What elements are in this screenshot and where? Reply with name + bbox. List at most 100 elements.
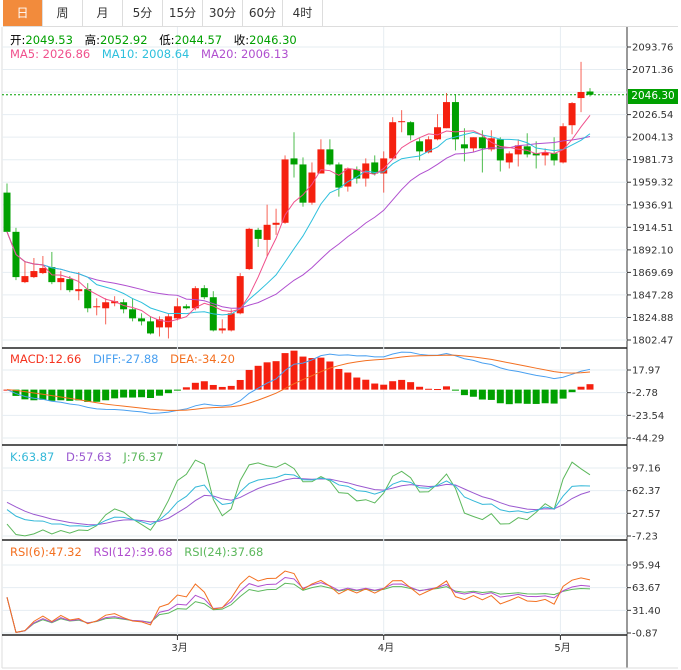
k-label: K: — [10, 450, 22, 464]
candle-up — [93, 306, 101, 308]
kdj-tick-label: 97.16 — [632, 464, 661, 475]
rsi12-line — [6, 577, 591, 633]
macd-bar — [496, 389, 504, 404]
macd-bar — [344, 372, 352, 390]
macd-bar — [57, 389, 65, 401]
macd-bar — [398, 379, 406, 390]
macd-bar — [263, 362, 271, 390]
j-value: 76.37 — [130, 450, 164, 464]
rsi6-line — [6, 570, 591, 633]
candle-down — [84, 289, 92, 309]
chart-canvas[interactable]: 2093.76 2071.36 2026.54 2004.13 1981.73 1959.… — [0, 0, 681, 670]
ohlc-legend: 开:2049.53 高:2052.92 低:2044.57 收:2046.30 — [10, 32, 297, 48]
macd-bar — [191, 382, 199, 390]
macd-bar — [308, 358, 316, 390]
rsi-tick-label: 63.67 — [632, 583, 661, 594]
macd-bar — [317, 357, 325, 390]
candle-up — [245, 228, 253, 270]
macd-bar — [245, 369, 253, 390]
candle-down — [478, 137, 486, 149]
kdj-tick-label: 62.37 — [632, 486, 661, 497]
ma5-label: MA5: — [10, 47, 39, 61]
macd-bar — [559, 389, 567, 399]
candle-up — [218, 328, 226, 331]
rsi6-label: RSI(6): — [10, 545, 49, 559]
macd-bar — [84, 389, 92, 402]
candle-up — [442, 102, 450, 129]
k-line — [6, 473, 591, 528]
rsi12-value: 39.68 — [139, 545, 173, 559]
macd-bar — [416, 386, 424, 390]
macd-bar — [505, 389, 513, 405]
macd-bar — [460, 389, 468, 396]
macd-bar — [182, 387, 190, 390]
candle-down — [200, 288, 208, 298]
candle-down — [290, 158, 298, 165]
macd-bar — [272, 361, 280, 390]
candle-down — [138, 318, 146, 322]
candle-up — [505, 153, 513, 163]
rsi12-label: RSI(12): — [93, 545, 140, 559]
macd-bar — [164, 389, 172, 394]
rsi6-value: 47.32 — [48, 545, 82, 559]
macd-value: 12.66 — [48, 352, 82, 366]
macd-bar — [200, 381, 208, 390]
close-label: 收: — [233, 33, 250, 47]
macd-bar — [281, 353, 289, 390]
kline-chart-widget: 日 周 月 5分 15分 30分 60分 4时 2093.76 2071.36 20… — [0, 0, 681, 670]
candle-up — [272, 222, 280, 225]
low-value: 2044.57 — [174, 33, 223, 47]
macd-bar — [335, 368, 343, 390]
macd-bar — [514, 389, 522, 404]
price-tick-label: 1869.69 — [632, 268, 673, 279]
high-value: 2052.92 — [99, 33, 148, 47]
d-value: 57.63 — [78, 450, 112, 464]
candle-up — [227, 313, 235, 331]
candle-down — [182, 306, 190, 309]
candle-up — [398, 121, 406, 123]
ma20-value: 2006.13 — [240, 47, 289, 61]
macd-bar — [254, 365, 262, 390]
candle-up — [57, 278, 65, 283]
macd-bar — [75, 389, 83, 401]
candle-up — [39, 268, 47, 274]
rsi24-value: 37.68 — [230, 545, 264, 559]
dea-value: -34.20 — [197, 352, 235, 366]
macd-bar — [532, 389, 540, 404]
price-tick-label: 1824.88 — [632, 313, 673, 324]
price-tick-label: 2004.13 — [632, 133, 673, 144]
open-label: 开: — [10, 33, 26, 47]
price-tick-label: 1914.51 — [632, 223, 673, 234]
rsi-legend: RSI(6):47.32 RSI(12):39.68 RSI(24):37.68 — [10, 545, 263, 559]
macd-bar — [425, 388, 433, 390]
macd-bar — [155, 389, 163, 396]
macd-bar — [407, 382, 415, 390]
kdj-tick-label: 27.57 — [632, 509, 661, 520]
macd-tick-label: 17.97 — [632, 366, 661, 377]
macd-bar — [487, 389, 495, 400]
candle-down — [66, 279, 74, 291]
k-value: 63.87 — [21, 450, 55, 464]
ma10-value: 2008.64 — [141, 47, 190, 61]
macd-bar — [236, 379, 244, 390]
price-tick-label: 1959.32 — [632, 178, 673, 189]
kdj-legend: K:63.87 D:57.63 J:76.37 — [10, 450, 164, 464]
diff-value: -27.88 — [121, 352, 159, 366]
dea-label: DEA: — [170, 352, 198, 366]
macd-tick-label: -44.29 — [632, 434, 664, 445]
open-value: 2049.53 — [25, 33, 73, 47]
candle-down — [129, 309, 137, 319]
macd-bar — [568, 389, 576, 393]
macd-label: MACD: — [10, 352, 49, 366]
candle-up — [21, 276, 29, 283]
ma20-label: MA20: — [201, 47, 238, 61]
candle-up — [281, 159, 289, 223]
macd-bar — [380, 384, 388, 390]
price-tick-label: 1936.91 — [632, 200, 673, 211]
macd-bar — [353, 377, 361, 390]
macd-bar — [362, 379, 370, 390]
ma10-label: MA10: — [101, 47, 139, 61]
macd-tick-label: -2.78 — [632, 388, 658, 399]
candle-up — [469, 137, 477, 149]
diff-label: DIFF: — [92, 352, 122, 366]
